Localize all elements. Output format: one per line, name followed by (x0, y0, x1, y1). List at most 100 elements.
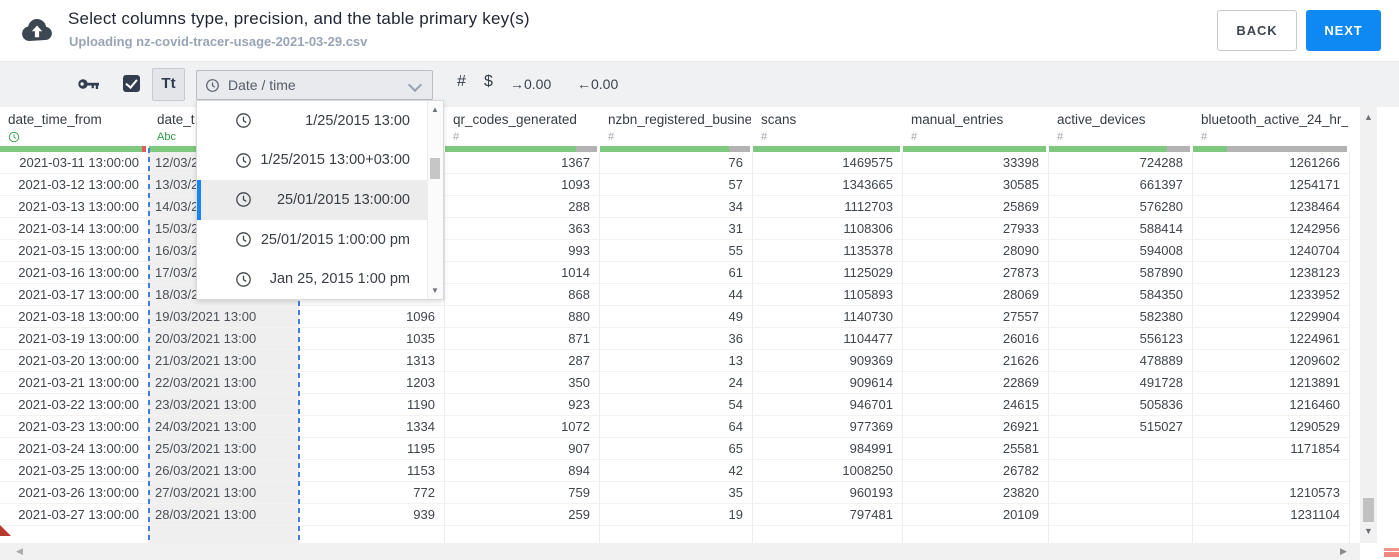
table-cell[interactable]: 871 (445, 328, 600, 350)
table-cell[interactable]: 587890 (1049, 262, 1193, 284)
format-option[interactable]: 1/25/2015 13:00+03:00 (197, 141, 443, 181)
table-cell[interactable]: 1233952 (1193, 284, 1350, 306)
table-cell[interactable]: 1238464 (1193, 196, 1350, 218)
table-cell[interactable]: 960193 (753, 482, 903, 504)
table-cell[interactable]: 36 (600, 328, 753, 350)
table-cell[interactable]: 1140730 (753, 306, 903, 328)
table-cell[interactable]: 2021-03-20 13:00:00 (0, 350, 149, 372)
table-cell[interactable]: 556123 (1049, 328, 1193, 350)
vertical-scrollbar-thumb[interactable] (1363, 498, 1374, 522)
table-cell[interactable]: 25869 (903, 196, 1049, 218)
table-cell[interactable]: 923 (445, 394, 600, 416)
scroll-left-arrow-icon[interactable]: ◀ (16, 546, 23, 557)
format-option[interactable]: 25/01/2015 13:00:00 (197, 180, 443, 220)
table-cell[interactable]: 2021-03-23 13:00:00 (0, 416, 149, 438)
table-cell[interactable]: 2021-03-12 13:00:00 (0, 174, 149, 196)
add-decimal-button[interactable]: →0.00 (510, 76, 551, 92)
table-cell[interactable]: 27557 (903, 306, 1049, 328)
table-cell[interactable]: 25/03/2021 13:00 (149, 438, 299, 460)
table-cell[interactable]: 2021-03-24 13:00:00 (0, 438, 149, 460)
table-cell[interactable]: 1231104 (1193, 504, 1350, 526)
table-cell[interactable]: 1229904 (1193, 306, 1350, 328)
table-cell[interactable]: 13 (600, 350, 753, 372)
table-cell[interactable]: 27873 (903, 262, 1049, 284)
table-cell[interactable]: 1008250 (753, 460, 903, 482)
back-button[interactable]: BACK (1217, 10, 1297, 51)
format-option[interactable]: 1/25/2015 13:00 (197, 101, 443, 141)
table-cell[interactable]: 26782 (903, 460, 1049, 482)
table-cell[interactable] (1049, 482, 1193, 504)
vertical-scrollbar[interactable]: ▲ ▼ (1360, 107, 1377, 543)
table-cell[interactable]: 584350 (1049, 284, 1193, 306)
primary-key-icon[interactable] (77, 75, 101, 93)
dropdown-scroll-down-icon[interactable]: ▼ (428, 286, 442, 295)
table-cell[interactable]: 28090 (903, 240, 1049, 262)
table-cell[interactable]: 2021-03-19 13:00:00 (0, 328, 149, 350)
column-header[interactable]: active_devices # (1049, 107, 1193, 152)
table-cell[interactable]: 1242956 (1193, 218, 1350, 240)
table-cell[interactable]: 1014 (445, 262, 600, 284)
table-cell[interactable]: 19 (600, 504, 753, 526)
table-cell[interactable]: 28069 (903, 284, 1049, 306)
table-cell[interactable] (1193, 460, 1350, 482)
table-cell[interactable]: 24 (600, 372, 753, 394)
table-cell[interactable]: 2021-03-15 13:00:00 (0, 240, 149, 262)
table-cell[interactable]: 24/03/2021 13:00 (149, 416, 299, 438)
table-cell[interactable]: 42 (600, 460, 753, 482)
table-cell[interactable]: 1209602 (1193, 350, 1350, 372)
table-cell[interactable]: 2021-03-26 13:00:00 (0, 482, 149, 504)
table-cell[interactable]: 588414 (1049, 218, 1193, 240)
table-cell[interactable]: 1108306 (753, 218, 903, 240)
table-cell[interactable]: 27/03/2021 13:00 (149, 482, 299, 504)
table-cell[interactable]: 594008 (1049, 240, 1193, 262)
table-cell[interactable]: 26/03/2021 13:00 (149, 460, 299, 482)
table-cell[interactable]: 880 (445, 306, 600, 328)
table-cell[interactable]: 907 (445, 438, 600, 460)
next-button[interactable]: NEXT (1306, 10, 1381, 51)
table-cell[interactable]: 993 (445, 240, 600, 262)
table-cell[interactable]: 26921 (903, 416, 1049, 438)
table-cell[interactable]: 576280 (1049, 196, 1193, 218)
table-cell[interactable]: 1190 (299, 394, 445, 416)
table-cell[interactable]: 661397 (1049, 174, 1193, 196)
remove-decimal-button[interactable]: ←0.00 (577, 76, 618, 92)
table-cell[interactable]: 946701 (753, 394, 903, 416)
table-cell[interactable]: 54 (600, 394, 753, 416)
table-cell[interactable]: 1210573 (1193, 482, 1350, 504)
table-cell[interactable]: 759 (445, 482, 600, 504)
table-cell[interactable]: 1313 (299, 350, 445, 372)
table-cell[interactable]: 984991 (753, 438, 903, 460)
table-cell[interactable] (1049, 504, 1193, 526)
table-cell[interactable]: 772 (299, 482, 445, 504)
format-option[interactable]: Jan 25, 2015 1:00 pm (197, 259, 443, 299)
number-type-button[interactable]: # (457, 73, 466, 91)
table-cell[interactable]: 65 (600, 438, 753, 460)
table-cell[interactable]: 64 (600, 416, 753, 438)
table-cell[interactable]: 55 (600, 240, 753, 262)
table-cell[interactable]: 2021-03-13 13:00:00 (0, 196, 149, 218)
column-type-select[interactable]: Date / time (196, 70, 433, 100)
table-cell[interactable]: 26016 (903, 328, 1049, 350)
table-cell[interactable]: 19/03/2021 13:00 (149, 306, 299, 328)
table-cell[interactable]: 1096 (299, 306, 445, 328)
column-header[interactable]: qr_codes_generated # (445, 107, 600, 152)
table-cell[interactable]: 977369 (753, 416, 903, 438)
table-cell[interactable]: 30585 (903, 174, 1049, 196)
table-cell[interactable]: 797481 (753, 504, 903, 526)
table-cell[interactable]: 1254171 (1193, 174, 1350, 196)
table-cell[interactable]: 1135378 (753, 240, 903, 262)
table-cell[interactable]: 2021-03-17 13:00:00 (0, 284, 149, 306)
dropdown-scroll-up-icon[interactable]: ▲ (428, 105, 442, 114)
table-cell[interactable]: 28/03/2021 13:00 (149, 504, 299, 526)
table-cell[interactable] (1049, 460, 1193, 482)
table-cell[interactable]: 1195 (299, 438, 445, 460)
table-cell[interactable]: 23820 (903, 482, 1049, 504)
column-header[interactable]: bluetooth_active_24_hr_ # (1193, 107, 1350, 152)
table-cell[interactable]: 259 (445, 504, 600, 526)
column-header[interactable]: scans # (753, 107, 903, 152)
table-cell[interactable]: 31 (600, 218, 753, 240)
table-cell[interactable]: 1238123 (1193, 262, 1350, 284)
table-cell[interactable]: 288 (445, 196, 600, 218)
table-cell[interactable]: 1290529 (1193, 416, 1350, 438)
column-header[interactable]: date_time_from (0, 107, 149, 152)
